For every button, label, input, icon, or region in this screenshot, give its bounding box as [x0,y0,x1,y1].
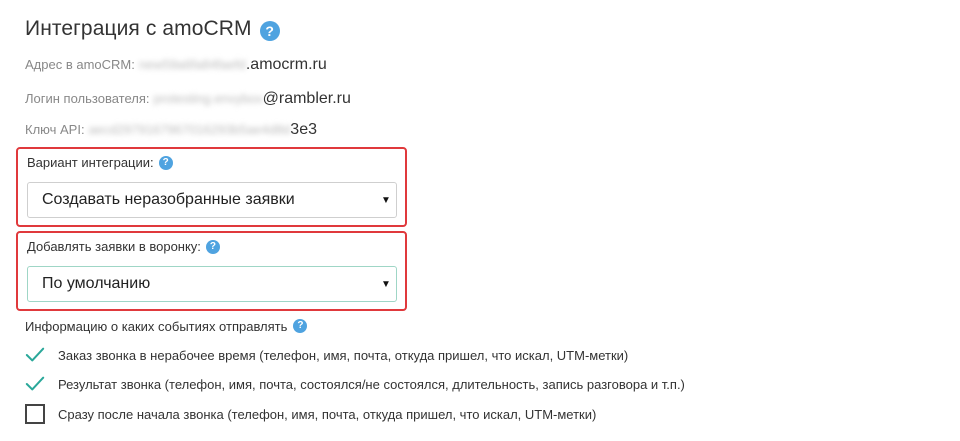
login-row: Логин пользователя: protesting.envybox @… [25,90,351,108]
title-row: Интеграция с amoCRM ? [25,17,280,41]
event-item-label: Заказ звонка в нерабочее время (телефон,… [58,347,629,363]
api-key-blurred: aecd2979167967016293b5ae4d8d [88,122,291,137]
events-title-text: Информацию о каких событиях отправлять [25,319,288,334]
integration-variant-label-text: Вариант интеграции: [27,155,154,170]
pipeline-group: Добавлять заявки в воронку:? По умолчани… [16,231,407,311]
amocrm-address-row: Адрес в amoCRM: new59a6fa84faefd .amocrm… [25,56,327,74]
amocrm-address-blurred: new59a6fa84faefd [138,57,246,72]
amocrm-address-label: Адрес в amoCRM: [25,57,135,72]
checkbox-checked[interactable] [25,345,45,365]
api-key-row: Ключ API: aecd2979167967016293b5ae4d8d 3… [25,121,317,139]
integration-variant-group: Вариант интеграции:? Создавать неразобра… [16,147,407,227]
pipeline-label-text: Добавлять заявки в воронку: [27,239,201,254]
question-circle-icon[interactable]: ? [158,155,173,170]
integration-variant-label: Вариант интеграции:? [27,155,173,171]
checkbox-unchecked[interactable] [25,404,45,424]
login-label: Логин пользователя: [25,91,150,106]
caret-down-icon: ▼ [381,194,391,206]
api-key-value: 3e3 [290,121,317,138]
event-item-label: Результат звонка (телефон, имя, почта, с… [58,376,685,392]
question-circle-icon[interactable]: ? [259,20,280,41]
event-item-offhours[interactable]: Заказ звонка в нерабочее время (телефон,… [25,345,628,365]
checkbox-checked[interactable] [25,374,45,394]
event-item-call-start[interactable]: Сразу после начала звонка (телефон, имя,… [25,404,596,424]
check-icon [25,347,45,362]
amocrm-address-value: .amocrm.ru [245,56,327,73]
integration-variant-value: Создавать неразобранные заявки [42,191,295,208]
pipeline-select[interactable]: По умолчанию ▼ [27,266,397,302]
login-value: @rambler.ru [262,90,351,107]
caret-down-icon: ▼ [381,278,391,290]
question-circle-icon[interactable]: ? [293,318,308,333]
pipeline-label: Добавлять заявки в воронку:? [27,239,220,255]
login-blurred: protesting.envybox [153,91,263,106]
amocrm-integration-panel: Интеграция с amoCRM ? Адрес в amoCRM: ne… [0,0,960,441]
api-key-label: Ключ API: [25,122,85,137]
event-item-call-result[interactable]: Результат звонка (телефон, имя, почта, с… [25,374,685,394]
integration-variant-select[interactable]: Создавать неразобранные заявки ▼ [27,182,397,218]
page-title: Интеграция с amoCRM [25,17,252,40]
check-icon [25,376,45,391]
pipeline-value: По умолчанию [42,275,151,292]
event-item-label: Сразу после начала звонка (телефон, имя,… [58,406,597,422]
events-title: Информацию о каких событиях отправлять? [25,318,308,334]
question-circle-icon[interactable]: ? [205,239,220,254]
